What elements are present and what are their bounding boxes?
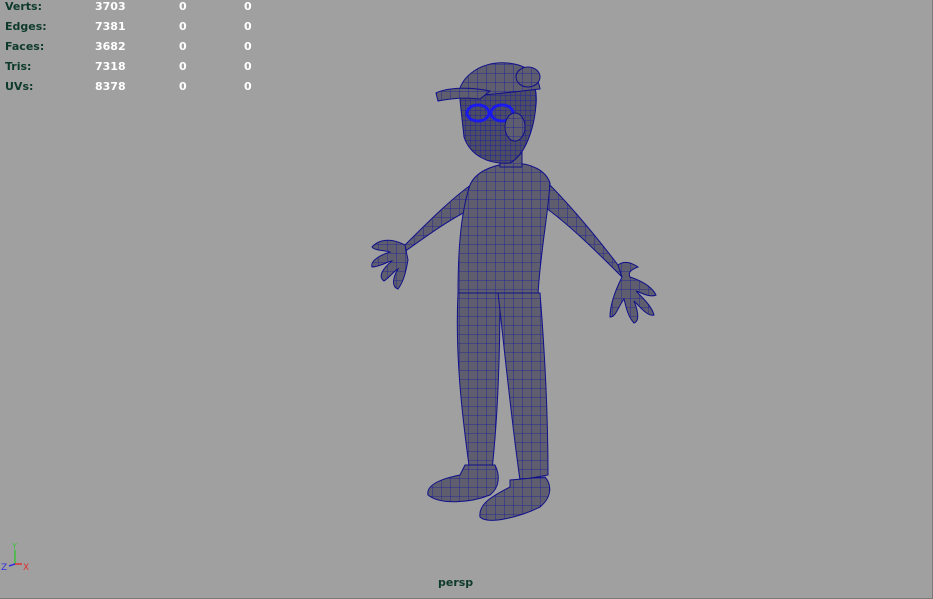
axis-gizmo: Y X Z: [1, 542, 29, 573]
axis-z-label: Z: [1, 563, 7, 573]
hud-value: 7318: [95, 60, 126, 73]
right-arm: [541, 178, 623, 278]
hud-value: 0: [244, 60, 252, 73]
left-hand: [371, 239, 409, 290]
hud-value: 0: [179, 20, 187, 33]
hud-value: 0: [244, 0, 252, 13]
hair-bun: [515, 66, 541, 88]
ear: [504, 112, 526, 142]
hud-value: 0: [244, 20, 252, 33]
torso: [457, 162, 551, 296]
hud-value: 0: [179, 60, 187, 73]
hud-value: 0: [179, 40, 187, 53]
hud-value: 7381: [95, 20, 126, 33]
hud-label: Verts:: [5, 0, 43, 13]
hud-label: UVs:: [5, 80, 34, 93]
hud-label: Tris:: [5, 60, 32, 73]
hud-value: 8378: [95, 80, 126, 93]
axis-x-label: X: [23, 563, 29, 573]
hud-value: 3682: [95, 40, 126, 53]
left-leg: [456, 292, 501, 474]
hud-value: 0: [244, 40, 252, 53]
hud-value: 3703: [95, 0, 126, 13]
right-leg: [497, 292, 549, 481]
perspective-viewport[interactable]: Verts: 3703 0 0 Edges: 7381 0 0 Faces: 3…: [0, 0, 933, 599]
character-mesh[interactable]: [360, 55, 670, 535]
hud-value: 0: [179, 0, 187, 13]
camera-name-label: persp: [438, 576, 474, 589]
hud-label: Edges:: [5, 20, 47, 33]
left-shoe: [427, 464, 499, 503]
hud-label: Faces:: [5, 40, 45, 53]
hud-value: 0: [244, 80, 252, 93]
axis-y-label: Y: [11, 542, 17, 551]
hud-value: 0: [179, 80, 187, 93]
